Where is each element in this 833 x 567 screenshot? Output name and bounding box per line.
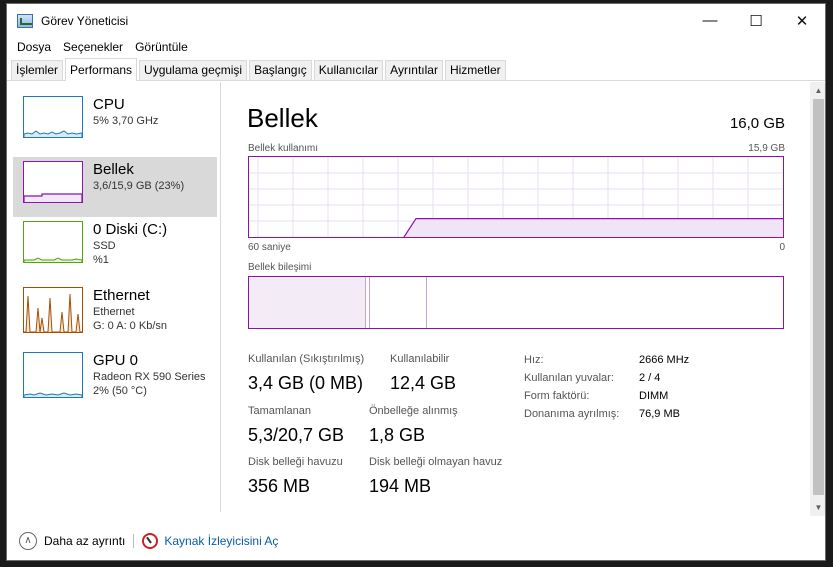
in-use-value: 3,4 GB (0 MB) [248, 373, 364, 393]
performance-panel: CPU 5% 3,70 GHz Bellek 3,6/15,9 GB (23%) [7, 82, 825, 516]
usage-area [404, 218, 783, 237]
sidebar-item-detail: Ethernet [93, 306, 135, 318]
footer-separator [133, 533, 135, 548]
committed-label: Tamamlanan [248, 405, 311, 417]
menu-options[interactable]: Seçenekler [57, 40, 129, 54]
fewer-details-link[interactable]: Daha az ayrıntı [44, 534, 125, 548]
in-use-label: Kullanılan (Sıkıştırılmış) [248, 353, 365, 365]
hardware-reserved-label: Donanıma ayrılmış: [524, 408, 620, 420]
scroll-up-icon[interactable]: ▲ [810, 82, 825, 99]
sidebar-item-detail-2: 2% (50 °C) [93, 385, 147, 397]
menu-bar: Dosya Seçenekler Görüntüle [7, 37, 825, 57]
speed-value: 2666 MHz [639, 354, 690, 366]
speed-label: Hız: [524, 354, 544, 366]
sidebar-item-memory[interactable]: Bellek 3,6/15,9 GB (23%) [13, 157, 217, 217]
tab-details[interactable]: Ayrıntılar [385, 60, 443, 80]
tab-services[interactable]: Hizmetler [444, 60, 506, 80]
usage-graph-svg [249, 157, 783, 238]
footer-bar: ∧ Daha az ayrıntı Kaynak İzleyicisini Aç [7, 518, 825, 560]
in-use-segment [249, 277, 366, 328]
vertical-scrollbar[interactable]: ▲ ▼ [810, 82, 825, 516]
standby-segment [426, 277, 427, 328]
resource-monitor-icon [142, 532, 159, 549]
tab-users[interactable]: Kullanıcılar [313, 60, 384, 80]
sidebar-item-cpu[interactable]: CPU 5% 3,70 GHz [13, 92, 217, 152]
resource-sidebar: CPU 5% 3,70 GHz Bellek 3,6/15,9 GB (23%) [7, 82, 221, 512]
form-factor-value: DIMM [639, 390, 669, 402]
tab-bar: İşlemler Performans Uygulama geçmişi Baş… [7, 57, 825, 81]
slots-value: 2 / 4 [639, 372, 661, 384]
scrollbar-thumb[interactable] [813, 99, 824, 495]
hardware-reserved-value: 76,9 MB [639, 408, 680, 420]
time-axis-left: 60 saniye [248, 242, 291, 253]
disk-thumbnail-graph [23, 221, 83, 263]
form-factor-label: Form faktörü: [524, 390, 590, 402]
cpu-thumbnail-graph [23, 96, 83, 138]
gpu-thumbnail-graph [23, 352, 83, 398]
menu-view[interactable]: Görüntüle [129, 40, 194, 54]
maximize-button[interactable]: ☐ [733, 4, 779, 37]
available-label: Kullanılabilir [390, 353, 450, 365]
minimize-button[interactable]: — [687, 4, 733, 37]
memory-usage-graph [248, 156, 784, 238]
sidebar-item-detail: SSD [93, 240, 116, 252]
sidebar-item-detail: 5% 3,70 GHz [93, 115, 159, 127]
nonpaged-pool-value: 194 MB [369, 476, 432, 496]
sidebar-item-gpu[interactable]: GPU 0 Radeon RX 590 Series 2% (50 °C) [13, 348, 217, 408]
memory-composition-bar [248, 276, 784, 329]
task-manager-window: Görev Yöneticisi — ☐ ✕ Dosya Seçenekler … [6, 3, 826, 561]
total-memory: 16,0 GB [729, 115, 785, 132]
sidebar-item-name: 0 Diski (C:) [93, 221, 168, 238]
modified-segment [369, 277, 370, 328]
cached-label: Önbelleğe alınmış [369, 405, 458, 417]
usage-graph-label: Bellek kullanımı [248, 143, 319, 154]
memory-thumbnail-graph [23, 161, 83, 203]
page-title: Bellek [247, 103, 318, 133]
nonpaged-pool-label: Disk belleği olmayan havuz [369, 456, 503, 468]
usage-graph-max: 15,9 GB [748, 143, 785, 154]
tab-performance[interactable]: Performans [65, 58, 138, 81]
close-button[interactable]: ✕ [779, 4, 825, 37]
sidebar-item-detail: 3,6/15,9 GB (23%) [93, 180, 185, 192]
window-title: Görev Yöneticisi [41, 13, 129, 28]
sidebar-item-name: GPU 0 [93, 352, 139, 369]
task-manager-icon [17, 13, 33, 28]
paged-pool-value: 356 MB [248, 476, 311, 496]
sidebar-item-name: Bellek [93, 161, 134, 178]
available-value: 12,4 GB [390, 373, 457, 393]
sidebar-item-name: CPU [93, 96, 125, 113]
composition-label: Bellek bileşimi [248, 262, 312, 273]
sidebar-item-name: Ethernet [93, 287, 150, 304]
paged-pool-label: Disk belleği havuzu [248, 456, 343, 468]
cached-value: 1,8 GB [369, 425, 426, 445]
tab-processes[interactable]: İşlemler [11, 60, 64, 80]
ethernet-thumbnail-graph [23, 287, 83, 333]
time-axis-right: 0 [779, 242, 785, 253]
chevron-up-icon[interactable]: ∧ [19, 531, 37, 550]
sidebar-item-detail: Radeon RX 590 Series [93, 371, 206, 383]
sidebar-item-detail-2: %1 [93, 254, 109, 266]
menu-file[interactable]: Dosya [11, 40, 57, 54]
title-bar: Görev Yöneticisi — ☐ ✕ [7, 4, 825, 37]
sidebar-item-detail-2: G: 0 A: 0 Kb/sn [93, 320, 167, 332]
scroll-down-icon[interactable]: ▼ [810, 499, 825, 516]
open-resource-monitor-link[interactable]: Kaynak İzleyicisini Aç [164, 534, 278, 548]
slots-label: Kullanılan yuvalar: [524, 372, 614, 384]
memory-detail-pane: Bellek 16,0 GB Bellek kullanımı 15,9 GB [247, 82, 797, 512]
sidebar-item-disk[interactable]: 0 Diski (C:) SSD %1 [13, 217, 217, 277]
sidebar-item-ethernet[interactable]: Ethernet Ethernet G: 0 A: 0 Kb/sn [13, 283, 217, 343]
tab-startup[interactable]: Başlangıç [249, 60, 312, 80]
tab-app-history[interactable]: Uygulama geçmişi [139, 60, 248, 80]
committed-value: 5,3/20,7 GB [248, 425, 345, 445]
